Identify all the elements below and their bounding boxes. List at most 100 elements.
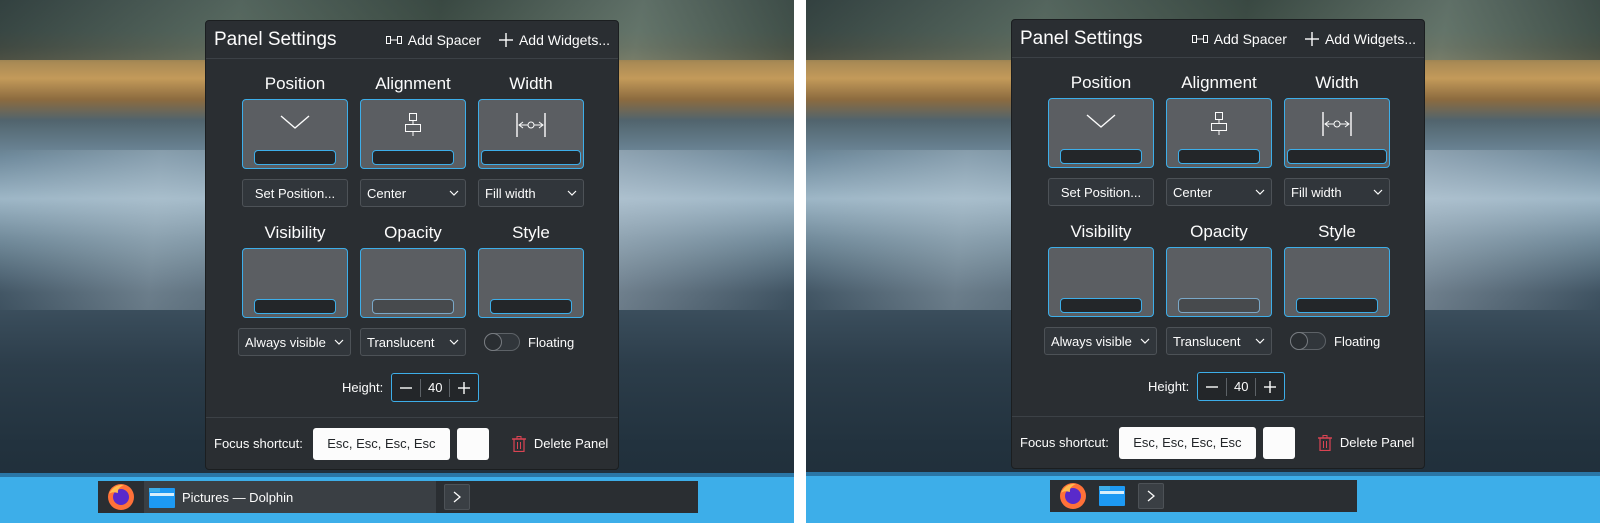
visibility-combobox[interactable]: Always visible — [1044, 327, 1157, 355]
settings-row-1: Position Alignment Width — [1048, 72, 1390, 168]
floating-toggle[interactable] — [1290, 332, 1326, 350]
alignment-combobox[interactable]: Center — [360, 179, 466, 207]
decrease-height-button[interactable] — [392, 374, 420, 401]
height-spinbox[interactable]: 40 — [1197, 372, 1286, 401]
floating-label: Floating — [528, 334, 575, 350]
fill-width-icon — [516, 113, 546, 137]
spacer-icon — [1191, 34, 1208, 43]
panel-preview-bar — [490, 299, 572, 314]
minus-icon — [400, 386, 413, 389]
panel-preview-bar — [481, 150, 581, 165]
height-label: Height: — [342, 380, 384, 395]
dialog-title: Panel Settings — [214, 28, 337, 50]
width-preview[interactable] — [478, 99, 584, 169]
add-spacer-button[interactable]: Add Spacer — [1191, 31, 1287, 47]
set-position-button[interactable]: Set Position... — [1048, 178, 1154, 206]
style-preview[interactable] — [478, 248, 584, 318]
chevron-down-icon — [1255, 189, 1265, 195]
shortcut-clear-button[interactable] — [456, 427, 489, 460]
task-expander-button[interactable] — [1138, 483, 1164, 509]
width-combobox[interactable]: Fill width — [1284, 178, 1390, 206]
alignment-value: Center — [1173, 184, 1213, 200]
visibility-section: Visibility — [1048, 221, 1154, 317]
alignment-combobox[interactable]: Center — [1166, 178, 1272, 206]
opacity-preview[interactable] — [360, 248, 466, 318]
width-preview[interactable] — [1284, 98, 1390, 168]
spacer-icon — [385, 35, 402, 44]
alignment-label: Alignment — [375, 74, 451, 93]
panel-preview-bar — [1060, 298, 1142, 313]
focus-shortcut-field[interactable]: Esc, Esc, Esc, Esc — [1118, 426, 1256, 459]
desktop-left: Panel Settings Add Spacer Add Widgets...… — [0, 0, 794, 523]
minus-icon — [1206, 385, 1219, 388]
add-widgets-button[interactable]: Add Widgets... — [498, 32, 610, 48]
plus-icon — [458, 381, 471, 394]
dialog-header: Panel Settings Add Spacer Add Widgets... — [206, 21, 618, 59]
task-dolphin[interactable]: Pictures — Dolphin — [144, 481, 436, 513]
taskbar — [806, 472, 1600, 523]
align-center-icon — [1211, 112, 1227, 135]
chevron-down-icon — [334, 339, 344, 345]
position-preview[interactable] — [1048, 98, 1154, 168]
focus-shortcut-label: Focus shortcut: — [1020, 435, 1109, 450]
floating-label: Floating — [1334, 333, 1381, 349]
panel-preview-bar — [1178, 149, 1260, 164]
increase-height-button[interactable] — [1256, 373, 1284, 400]
delete-panel-label: Delete Panel — [1339, 435, 1415, 450]
add-spacer-button[interactable]: Add Spacer — [385, 32, 481, 48]
add-widgets-button[interactable]: Add Widgets... — [1304, 31, 1416, 47]
focus-shortcut-field[interactable]: Esc, Esc, Esc, Esc — [312, 427, 450, 460]
style-section: Style — [478, 222, 584, 318]
opacity-section: Opacity — [1166, 221, 1272, 317]
firefox-icon[interactable] — [1058, 481, 1088, 511]
set-position-button[interactable]: Set Position... — [242, 179, 348, 207]
visibility-combobox[interactable]: Always visible — [238, 328, 351, 356]
position-label: Position — [264, 74, 326, 93]
width-value: Fill width — [1291, 184, 1342, 200]
chevron-down-icon — [280, 115, 310, 129]
task-expander-button[interactable] — [444, 484, 470, 510]
height-value[interactable]: 40 — [1226, 377, 1257, 396]
visibility-preview[interactable] — [242, 248, 348, 318]
visibility-value: Always visible — [1051, 333, 1132, 349]
width-combobox[interactable]: Fill width — [478, 179, 584, 207]
height-spinbox[interactable]: 40 — [391, 373, 480, 402]
position-preview[interactable] — [242, 99, 348, 169]
alignment-label: Alignment — [1181, 73, 1257, 92]
alignment-preview[interactable] — [360, 99, 466, 169]
opacity-value: Translucent — [367, 334, 435, 350]
opacity-label: Opacity — [384, 223, 442, 242]
delete-panel-button[interactable]: Delete Panel — [511, 435, 608, 452]
width-label: Width — [509, 74, 553, 93]
panel-preview-bar — [254, 150, 336, 165]
height-value[interactable]: 40 — [420, 378, 451, 397]
opacity-combobox[interactable]: Translucent — [1166, 327, 1272, 355]
floating-toggle[interactable] — [484, 333, 520, 351]
opacity-label: Opacity — [1190, 222, 1248, 241]
plus-icon — [1264, 380, 1277, 393]
alignment-preview[interactable] — [1166, 98, 1272, 168]
visibility-value: Always visible — [245, 334, 326, 350]
delete-panel-button[interactable]: Delete Panel — [1317, 434, 1415, 451]
opacity-preview[interactable] — [1166, 247, 1272, 317]
settings-row-2: Visibility Opacity Style — [242, 222, 584, 318]
panel-preview-bar — [372, 150, 454, 165]
decrease-height-button[interactable] — [1198, 373, 1226, 400]
firefox-icon[interactable] — [106, 482, 136, 512]
dialog-footer: Focus shortcut: Esc, Esc, Esc, Esc Delet… — [1012, 416, 1424, 468]
floating-control: Floating — [1284, 327, 1390, 355]
dialog-footer: Focus shortcut: Esc, Esc, Esc, Esc Delet… — [206, 417, 618, 469]
shortcut-clear-button[interactable] — [1262, 426, 1295, 459]
style-preview[interactable] — [1284, 247, 1390, 317]
task-label: Pictures — Dolphin — [182, 489, 294, 505]
trash-icon — [1317, 434, 1332, 451]
increase-height-button[interactable] — [450, 374, 478, 401]
style-label: Style — [512, 223, 550, 242]
dolphin-folder-icon — [149, 488, 175, 508]
opacity-combobox[interactable]: Translucent — [360, 328, 466, 356]
visibility-preview[interactable] — [1048, 247, 1154, 317]
desktop-right: Panel Settings Add Spacer Add Widgets...… — [806, 0, 1600, 523]
width-section: Width — [478, 73, 584, 169]
width-label: Width — [1315, 73, 1359, 92]
dolphin-folder-icon[interactable] — [1098, 482, 1126, 508]
